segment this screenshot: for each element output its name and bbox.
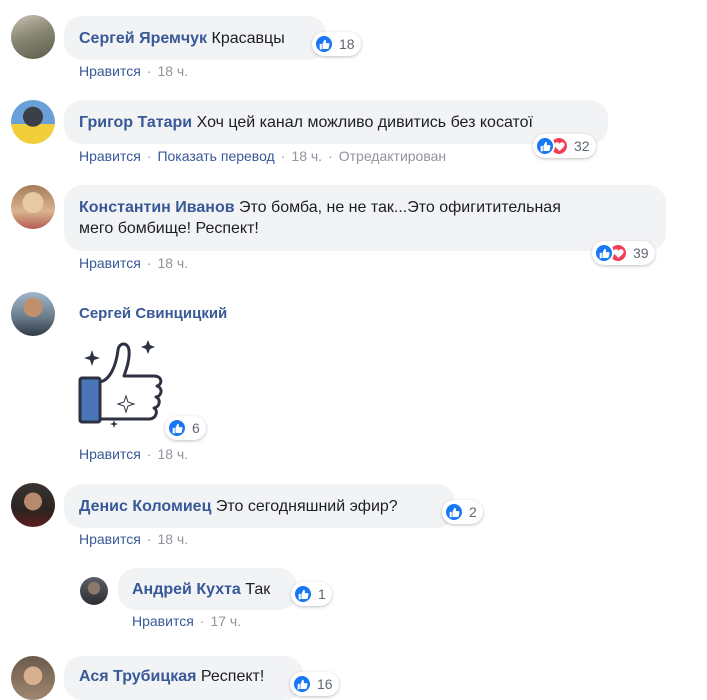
comment-text: Это сегодняшний эфир?: [215, 498, 398, 515]
comment-bubble: Ася Трубицкая Респект!: [64, 656, 303, 700]
like-icon: [167, 418, 187, 438]
avatar[interactable]: [11, 100, 55, 144]
avatar[interactable]: [11, 656, 55, 700]
reaction-number: 16: [317, 676, 333, 692]
comment-meta: Нравится · 17 ч.: [132, 613, 242, 629]
edited-label[interactable]: Отредактирован: [339, 148, 446, 164]
timestamp[interactable]: 17 ч.: [210, 613, 241, 629]
author-name[interactable]: Андрей Кухта: [132, 581, 241, 598]
like-icon: [594, 243, 614, 263]
like-icon: [444, 502, 464, 522]
avatar[interactable]: [80, 577, 108, 605]
comment-meta: Нравится · 18 ч.: [79, 63, 189, 79]
translate-link[interactable]: Показать перевод: [157, 148, 274, 164]
like-link[interactable]: Нравится: [79, 446, 141, 462]
author-name[interactable]: Сергей Яремчук: [79, 30, 207, 47]
like-icon: [314, 34, 334, 54]
comment-meta: Нравится · 18 ч.: [79, 255, 189, 271]
like-link[interactable]: Нравится: [132, 613, 194, 629]
timestamp[interactable]: 18 ч.: [157, 531, 188, 547]
like-link[interactable]: Нравится: [79, 148, 141, 164]
author-name[interactable]: Константин Иванов: [79, 199, 235, 216]
like-icon: [293, 584, 313, 604]
comment-bubble: Денис Коломиец Это сегодняшний эфир?: [64, 484, 455, 528]
timestamp[interactable]: 18 ч.: [157, 255, 188, 271]
like-link[interactable]: Нравится: [79, 63, 141, 79]
author-name[interactable]: Сергей Свинцицкий: [79, 305, 227, 322]
comment-meta: Нравится · 18 ч.: [79, 531, 189, 547]
avatar[interactable]: [11, 185, 55, 229]
reaction-number: 2: [469, 504, 477, 520]
comment-text: Так: [245, 581, 271, 598]
comment-bubble: Сергей Яремчук Красавцы: [64, 16, 326, 60]
reaction-number: 6: [192, 420, 200, 436]
thumbs-up-sticker[interactable]: [76, 336, 168, 428]
author-name[interactable]: Ася Трубицкая: [79, 668, 196, 685]
reaction-count[interactable]: 18: [312, 32, 361, 56]
reaction-number: 1: [318, 586, 326, 602]
comment-bubble: Григор Татари Хоч цей канал можливо диви…: [64, 100, 608, 144]
reaction-count[interactable]: 16: [290, 672, 339, 696]
reaction-count[interactable]: 6: [165, 416, 206, 440]
like-link[interactable]: Нравится: [79, 255, 141, 271]
timestamp[interactable]: 18 ч.: [291, 148, 322, 164]
avatar[interactable]: [11, 292, 55, 336]
avatar[interactable]: [11, 483, 55, 527]
like-icon: [292, 674, 312, 694]
reaction-number: 18: [339, 36, 355, 52]
reaction-number: 39: [633, 245, 649, 261]
author-name[interactable]: Денис Коломиец: [79, 498, 211, 515]
reaction-count[interactable]: 32: [533, 134, 596, 158]
author-name[interactable]: Григор Татари: [79, 114, 192, 131]
reaction-count[interactable]: 2: [442, 500, 483, 524]
comment-text-line-2: мего бомбище! Респект!: [79, 220, 259, 237]
like-icon: [535, 136, 555, 156]
comment-meta: Нравится · 18 ч.: [79, 446, 189, 462]
comment-meta: Нравится · Показать перевод · 18 ч. · Отредакт…: [79, 148, 447, 164]
avatar[interactable]: [11, 15, 55, 59]
comment-text: Респект!: [200, 668, 265, 685]
reaction-count[interactable]: 1: [291, 582, 332, 606]
comment-text: Хоч цей канал можливо дивитись без косат…: [196, 114, 533, 131]
timestamp[interactable]: 18 ч.: [157, 446, 188, 462]
timestamp[interactable]: 18 ч.: [157, 63, 188, 79]
reaction-count[interactable]: 39: [592, 241, 655, 265]
reaction-number: 32: [574, 138, 590, 154]
reply-bubble: Андрей Кухта Так: [118, 568, 297, 610]
comment-text-line-1: Это бомба, не не так...Это офигитительна…: [239, 199, 561, 216]
like-link[interactable]: Нравится: [79, 531, 141, 547]
comment-bubble: Константин Иванов Это бомба, не не так..…: [64, 185, 666, 251]
comment-text: Красавцы: [211, 30, 285, 47]
